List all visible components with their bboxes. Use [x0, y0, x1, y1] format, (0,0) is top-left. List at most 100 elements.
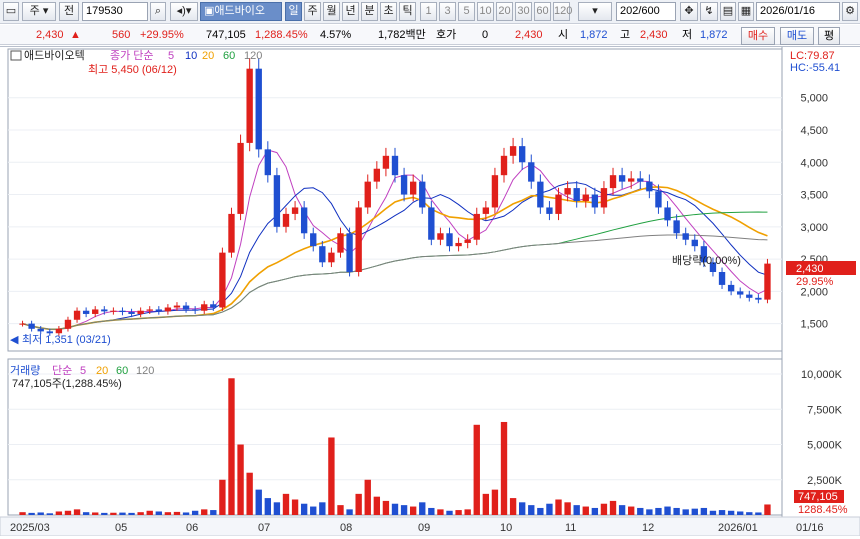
volume-bar	[201, 509, 208, 515]
calendar-icon[interactable]: ▦	[738, 2, 754, 21]
volume-bar	[55, 511, 63, 515]
stock-code-input[interactable]: 179530	[82, 2, 148, 21]
volume-bar	[428, 507, 435, 515]
candle-body	[173, 305, 181, 308]
candle-body	[673, 220, 680, 234]
sell-button[interactable]: 매도	[780, 27, 814, 45]
x-tick-label: 2026/01	[718, 522, 758, 534]
ma20-line	[22, 186, 768, 331]
period-tab-6[interactable]: 틱	[399, 2, 416, 21]
volume-bar	[219, 479, 226, 515]
volume-bar	[73, 509, 81, 515]
period-tab-1[interactable]: 주	[304, 2, 321, 21]
candle-body	[564, 188, 571, 195]
candle-body	[691, 239, 698, 247]
volume-bar	[718, 510, 726, 515]
volume-bar	[37, 512, 44, 515]
period-tab-5[interactable]: 초	[380, 2, 397, 21]
volume-tick-label: 5,000K	[807, 440, 843, 452]
candle-body	[409, 181, 417, 195]
chart-canvas[interactable]: 5,0004,5004,0003,5003,0002,5002,0001,500…	[0, 47, 860, 537]
candle-body	[128, 312, 135, 314]
volume-bar	[291, 499, 299, 515]
trend-icon[interactable]: ↯	[700, 2, 718, 21]
date-input[interactable]: 2026/01/16	[756, 2, 840, 21]
candle-body	[137, 310, 144, 314]
search-icon[interactable]: ⌕	[150, 2, 166, 21]
interval-tab-3[interactable]: 3	[439, 2, 456, 21]
jeon-button[interactable]: 전	[59, 2, 79, 21]
stock-name-field[interactable]: ▣애드바이오	[200, 2, 282, 21]
price-tick-label: 1,500	[800, 319, 828, 331]
panel-menu-icon[interactable]	[10, 50, 22, 61]
interval-tab-20[interactable]: 20	[496, 2, 513, 21]
count-field[interactable]: 202/600	[616, 2, 676, 21]
interval-tab-60[interactable]: 60	[534, 2, 551, 21]
candle-body	[637, 178, 644, 182]
period-tab-2[interactable]: 월	[323, 2, 340, 21]
window-icon[interactable]: ▭	[3, 2, 19, 21]
crosshair-icon[interactable]: ✥	[680, 2, 698, 21]
volume-bar	[19, 512, 26, 515]
ma-period-120: 120	[244, 50, 262, 62]
candle-body	[182, 305, 190, 310]
candle-body	[573, 188, 580, 201]
volume-bar	[573, 505, 580, 515]
volume-ma-120: 120	[136, 365, 154, 377]
buy-button[interactable]: 매수	[741, 27, 775, 45]
candle-body	[373, 168, 381, 182]
low-label: 저	[682, 29, 693, 41]
period-tab-0[interactable]: 일	[285, 2, 302, 21]
candle-body	[764, 263, 771, 300]
volume-bar	[300, 503, 308, 515]
volume-bar	[755, 512, 762, 515]
candle-body	[19, 323, 26, 325]
ma120-line	[22, 234, 768, 330]
ma-period-60: 60	[223, 50, 235, 62]
ma-period-10: 10	[185, 50, 197, 62]
interval-tab-5[interactable]: 5	[458, 2, 475, 21]
candle-body	[210, 304, 217, 308]
price-tick-label: 3,000	[800, 222, 828, 234]
x-tick-label: 06	[186, 522, 198, 534]
interval-tab-1[interactable]: 1	[420, 2, 437, 21]
interval-tab-10[interactable]: 10	[477, 2, 494, 21]
stock-name: 애드바이오	[214, 5, 266, 17]
candle-body	[28, 323, 35, 329]
volume-bar	[228, 378, 235, 515]
volume-bar	[264, 498, 271, 515]
candle-body	[755, 297, 762, 300]
interval-tab-30[interactable]: 30	[515, 2, 532, 21]
interval-select[interactable]: ▾	[578, 2, 612, 21]
candle-body	[346, 233, 353, 272]
save-icon[interactable]: ▤	[720, 2, 736, 21]
period-tab-3[interactable]: 년	[342, 2, 359, 21]
volume-bar	[582, 506, 589, 515]
settings-icon[interactable]: ⚙	[842, 2, 858, 21]
top-toolbar: ▭ 주 ▾ 전 179530 ⌕ ◂)▾ ▣애드바이오 일주월년분초틱 1351…	[0, 0, 860, 24]
volume-bar	[455, 510, 462, 515]
volume-bar	[282, 493, 290, 515]
candle-body	[64, 319, 72, 329]
x-tick-label: 2025/03	[10, 522, 50, 534]
average-button[interactable]: 평	[818, 27, 840, 45]
candle-body	[655, 191, 662, 208]
price-change: 560	[112, 29, 131, 41]
x-tick-label: 12	[642, 522, 654, 534]
candle-body	[300, 207, 308, 234]
x-tick-label: 01/16	[796, 522, 824, 534]
low-marker: 최저 1,351 (03/21)	[22, 333, 111, 346]
candle-body	[155, 309, 162, 312]
volume-bar	[419, 502, 426, 515]
candle-body	[455, 242, 462, 247]
volume-bar	[555, 499, 562, 515]
volume-bar	[673, 507, 680, 515]
interval-tab-120[interactable]: 120	[553, 2, 572, 21]
period-tab-4[interactable]: 분	[361, 2, 378, 21]
market-select[interactable]: 주 ▾	[22, 2, 56, 21]
candle-body	[746, 294, 753, 298]
candle-body	[273, 175, 281, 227]
sound-icon[interactable]: ◂)▾	[170, 2, 198, 21]
candle-body	[101, 309, 108, 312]
x-tick-label: 05	[115, 522, 127, 534]
